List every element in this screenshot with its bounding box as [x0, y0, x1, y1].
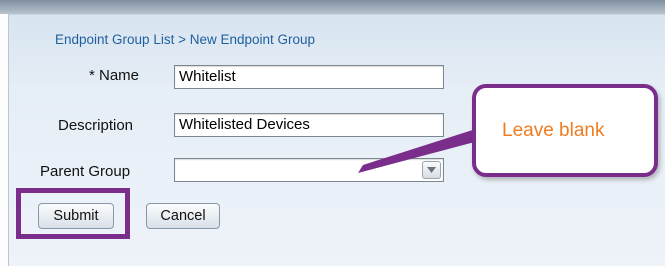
callout-text: Leave blank — [502, 120, 605, 141]
annotation-callout: Leave blank — [472, 84, 658, 177]
